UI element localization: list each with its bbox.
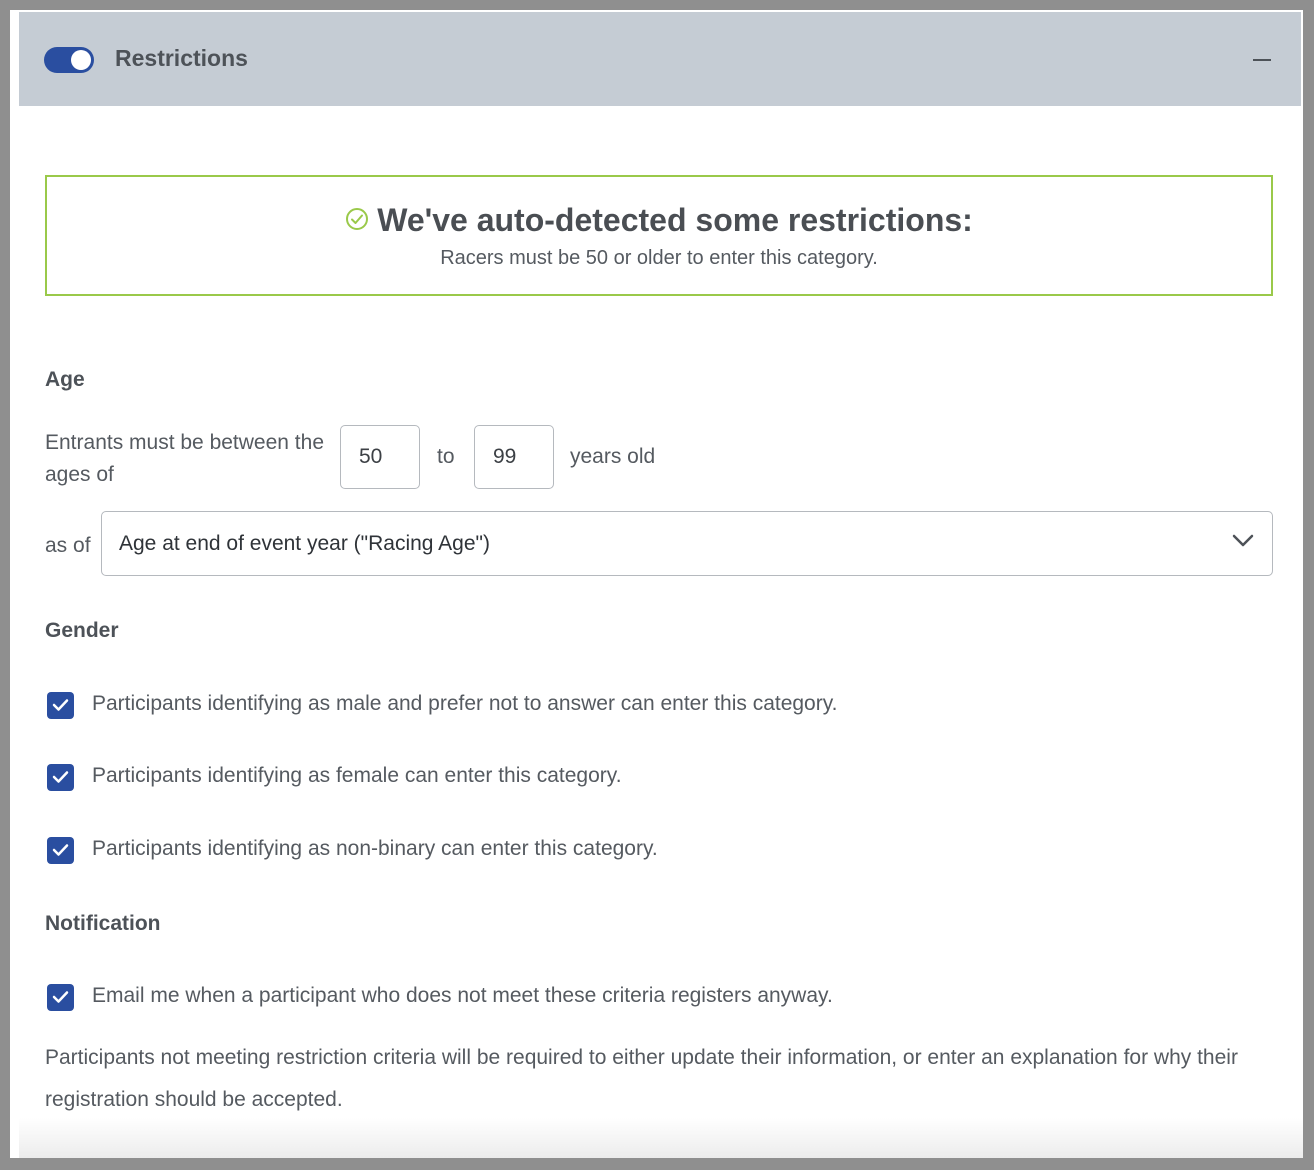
gender-female-checkbox[interactable]: [47, 764, 74, 791]
age-basis-select[interactable]: Age at end of event year ("Racing Age"): [101, 511, 1273, 576]
minus-icon: [1253, 59, 1271, 61]
age-description: Entrants must be between the ages of: [45, 431, 324, 486]
gender-nonbinary-label: Participants identifying as non-binary c…: [92, 837, 658, 860]
age-basis-value: Age at end of event year ("Racing Age"): [119, 532, 490, 555]
checkmark-icon: [52, 991, 69, 1003]
collapse-button[interactable]: [1243, 44, 1279, 74]
banner-title: We've auto-detected some restrictions:: [377, 202, 973, 238]
scroll-fade: [19, 1118, 1303, 1158]
checkmark-icon: [52, 771, 69, 783]
check-circle-icon: [346, 207, 369, 230]
panel-title: Restrictions: [115, 45, 248, 71]
to-label: to: [437, 445, 455, 468]
age-section-label: Age: [45, 368, 85, 391]
min-age-input[interactable]: [340, 425, 420, 489]
notification-section-label: Notification: [45, 912, 161, 935]
panel-header: Restrictions: [19, 12, 1301, 106]
years-old-label: years old: [570, 445, 656, 468]
banner-subtitle: Racers must be 50 or older to enter this…: [440, 247, 878, 269]
max-age-input[interactable]: [474, 425, 554, 489]
restrictions-panel: Restrictions We've auto-detected some re…: [10, 10, 1303, 1158]
auto-detect-banner: We've auto-detected some restrictions: R…: [45, 175, 1273, 296]
gender-nonbinary-checkbox[interactable]: [47, 837, 74, 864]
restrictions-toggle[interactable]: [44, 47, 94, 73]
email-notification-label: Email me when a participant who does not…: [92, 984, 833, 1007]
checkmark-icon: [52, 699, 69, 711]
chevron-down-icon: [1232, 534, 1254, 547]
toggle-knob: [71, 50, 91, 70]
checkmark-icon: [52, 844, 69, 856]
gender-female-label: Participants identifying as female can e…: [92, 764, 622, 787]
gender-section-label: Gender: [45, 619, 119, 642]
restriction-footnote: Participants not meeting restriction cri…: [45, 1046, 1238, 1111]
gender-male-checkbox[interactable]: [47, 692, 74, 719]
gender-male-label: Participants identifying as male and pre…: [92, 692, 838, 715]
as-of-label: as of: [45, 534, 91, 557]
email-notification-checkbox[interactable]: [47, 984, 74, 1011]
